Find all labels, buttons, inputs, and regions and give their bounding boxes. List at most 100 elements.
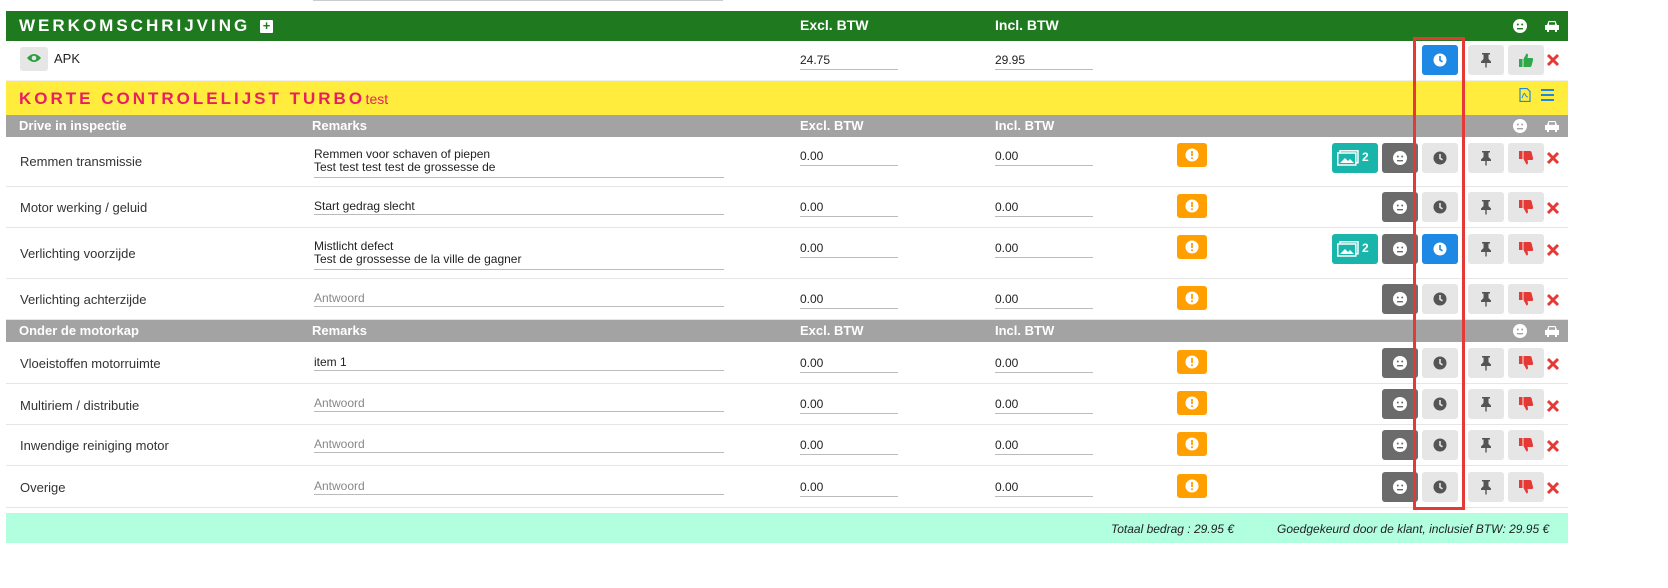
checklist-row: Motor werking / geluid Start gedrag slec…: [6, 187, 1568, 228]
row-label: Verlichting achterzijde: [20, 292, 147, 307]
photos-button[interactable]: 2: [1332, 234, 1378, 264]
thumbs-down-button[interactable]: [1508, 430, 1544, 460]
images-icon: [1337, 150, 1359, 166]
close-icon[interactable]: [1546, 151, 1560, 165]
checklist-row: Remmen transmissie Remmen voor schaven o…: [6, 137, 1568, 187]
images-icon: [1337, 241, 1359, 257]
pin-icon: [1481, 438, 1491, 453]
previous-field-underline: [313, 0, 723, 1]
warning-button[interactable]: [1177, 286, 1207, 310]
incl-input[interactable]: 0.00: [995, 149, 1093, 166]
thumbs-down-button[interactable]: [1508, 192, 1544, 222]
pin-button[interactable]: [1468, 472, 1504, 502]
incl-input[interactable]: 0.00: [995, 292, 1093, 309]
apk-excl-input[interactable]: 24.75: [800, 53, 898, 70]
thumbs-down-icon: [1519, 480, 1534, 494]
eye-button[interactable]: [20, 47, 48, 71]
warning-button[interactable]: [1177, 143, 1207, 167]
warning-button[interactable]: [1177, 474, 1207, 498]
close-icon[interactable]: [1546, 53, 1560, 67]
thumbs-down-button[interactable]: [1508, 284, 1544, 314]
remarks-header: Remarks: [312, 118, 367, 133]
excl-input[interactable]: 0.00: [800, 356, 898, 373]
warning-icon: [1185, 479, 1199, 493]
warning-button[interactable]: [1177, 432, 1207, 456]
pin-button[interactable]: [1468, 389, 1504, 419]
smiley-icon: [1513, 119, 1527, 133]
pin-button[interactable]: [1468, 430, 1504, 460]
excl-input[interactable]: 0.00: [800, 200, 898, 217]
remarks-input[interactable]: Antwoord: [314, 396, 724, 412]
smiley-icon: [1393, 397, 1407, 411]
add-work-plus-icon[interactable]: +: [260, 19, 273, 33]
close-icon[interactable]: [1546, 399, 1560, 413]
thumbs-down-icon: [1519, 356, 1534, 370]
apk-label: APK: [54, 51, 81, 66]
thumbs-down-icon: [1519, 397, 1534, 411]
remarks-input[interactable]: Remmen voor schaven of piepen Test test …: [314, 148, 724, 178]
remarks-input[interactable]: Antwoord: [314, 479, 724, 495]
menu-icon[interactable]: [1541, 89, 1554, 101]
incl-input[interactable]: 0.00: [995, 200, 1093, 217]
excl-btw-header: Excl. BTW: [800, 17, 869, 33]
photos-button[interactable]: 2: [1332, 143, 1378, 173]
incl-input[interactable]: 0.00: [995, 241, 1093, 258]
remarks-input[interactable]: Antwoord: [314, 437, 724, 453]
eye-icon: [27, 54, 41, 62]
incl-btw-header: Incl. BTW: [995, 323, 1055, 338]
totals-footer: Totaal bedrag : 29.95 € Goedgekeurd door…: [6, 513, 1568, 543]
excl-input[interactable]: 0.00: [800, 149, 898, 166]
smiley-icon: [1393, 151, 1407, 165]
remark-line: Test de grossesse de la ville de gagner: [314, 252, 522, 266]
pin-button[interactable]: [1468, 192, 1504, 222]
incl-input[interactable]: 0.00: [995, 480, 1093, 497]
pin-button[interactable]: [1468, 143, 1504, 173]
excl-input[interactable]: 0.00: [800, 292, 898, 309]
remarks-input[interactable]: Start gedrag slecht: [314, 199, 724, 215]
warning-icon: [1185, 291, 1199, 305]
work-order-page: WERKOMSCHRIJVING + Excl. BTW Incl. BTW A…: [0, 0, 1668, 588]
remarks-input[interactable]: item 1: [314, 355, 724, 371]
warning-button[interactable]: [1177, 350, 1207, 374]
pdf-icon[interactable]: [1519, 88, 1531, 102]
remarks-input[interactable]: Antwoord: [314, 291, 724, 307]
pin-button[interactable]: [1468, 348, 1504, 378]
thumbs-down-button[interactable]: [1508, 472, 1544, 502]
close-icon[interactable]: [1546, 481, 1560, 495]
warning-button[interactable]: [1177, 194, 1207, 218]
warning-button[interactable]: [1177, 235, 1207, 259]
checklist-row: Verlichting achterzijde Antwoord 0.00 0.…: [6, 279, 1568, 320]
close-icon[interactable]: [1546, 243, 1560, 257]
thumbs-up-button[interactable]: [1508, 45, 1544, 75]
close-icon[interactable]: [1546, 357, 1560, 371]
row-label: Inwendige reiniging motor: [20, 438, 169, 453]
thumbs-down-button[interactable]: [1508, 348, 1544, 378]
pin-button[interactable]: [1468, 234, 1504, 264]
excl-input[interactable]: 0.00: [800, 241, 898, 258]
pin-button[interactable]: [1468, 45, 1504, 75]
pin-icon: [1481, 151, 1491, 166]
warning-button[interactable]: [1177, 391, 1207, 415]
thumbs-down-button[interactable]: [1508, 389, 1544, 419]
close-icon[interactable]: [1546, 201, 1560, 215]
apk-incl-input[interactable]: 29.95: [995, 53, 1093, 70]
excl-input[interactable]: 0.00: [800, 480, 898, 497]
thumbs-down-icon: [1519, 438, 1534, 452]
checklist-header: KORTE CONTROLELIJST TURBO - test: [6, 81, 1568, 115]
incl-input[interactable]: 0.00: [995, 356, 1093, 373]
incl-input[interactable]: 0.00: [995, 397, 1093, 414]
warning-icon: [1185, 148, 1199, 162]
thumbs-down-button[interactable]: [1508, 234, 1544, 264]
excl-input[interactable]: 0.00: [800, 438, 898, 455]
close-icon[interactable]: [1546, 293, 1560, 307]
remarks-header: Remarks: [312, 323, 367, 338]
close-icon[interactable]: [1546, 439, 1560, 453]
pin-icon: [1481, 242, 1491, 257]
checklist-subtitle: - test: [357, 91, 389, 107]
pin-button[interactable]: [1468, 284, 1504, 314]
excl-input[interactable]: 0.00: [800, 397, 898, 414]
remarks-input[interactable]: Mistlicht defect Test de grossesse de la…: [314, 240, 724, 270]
thumbs-down-button[interactable]: [1508, 143, 1544, 173]
car-icon: [1545, 121, 1559, 132]
incl-input[interactable]: 0.00: [995, 438, 1093, 455]
